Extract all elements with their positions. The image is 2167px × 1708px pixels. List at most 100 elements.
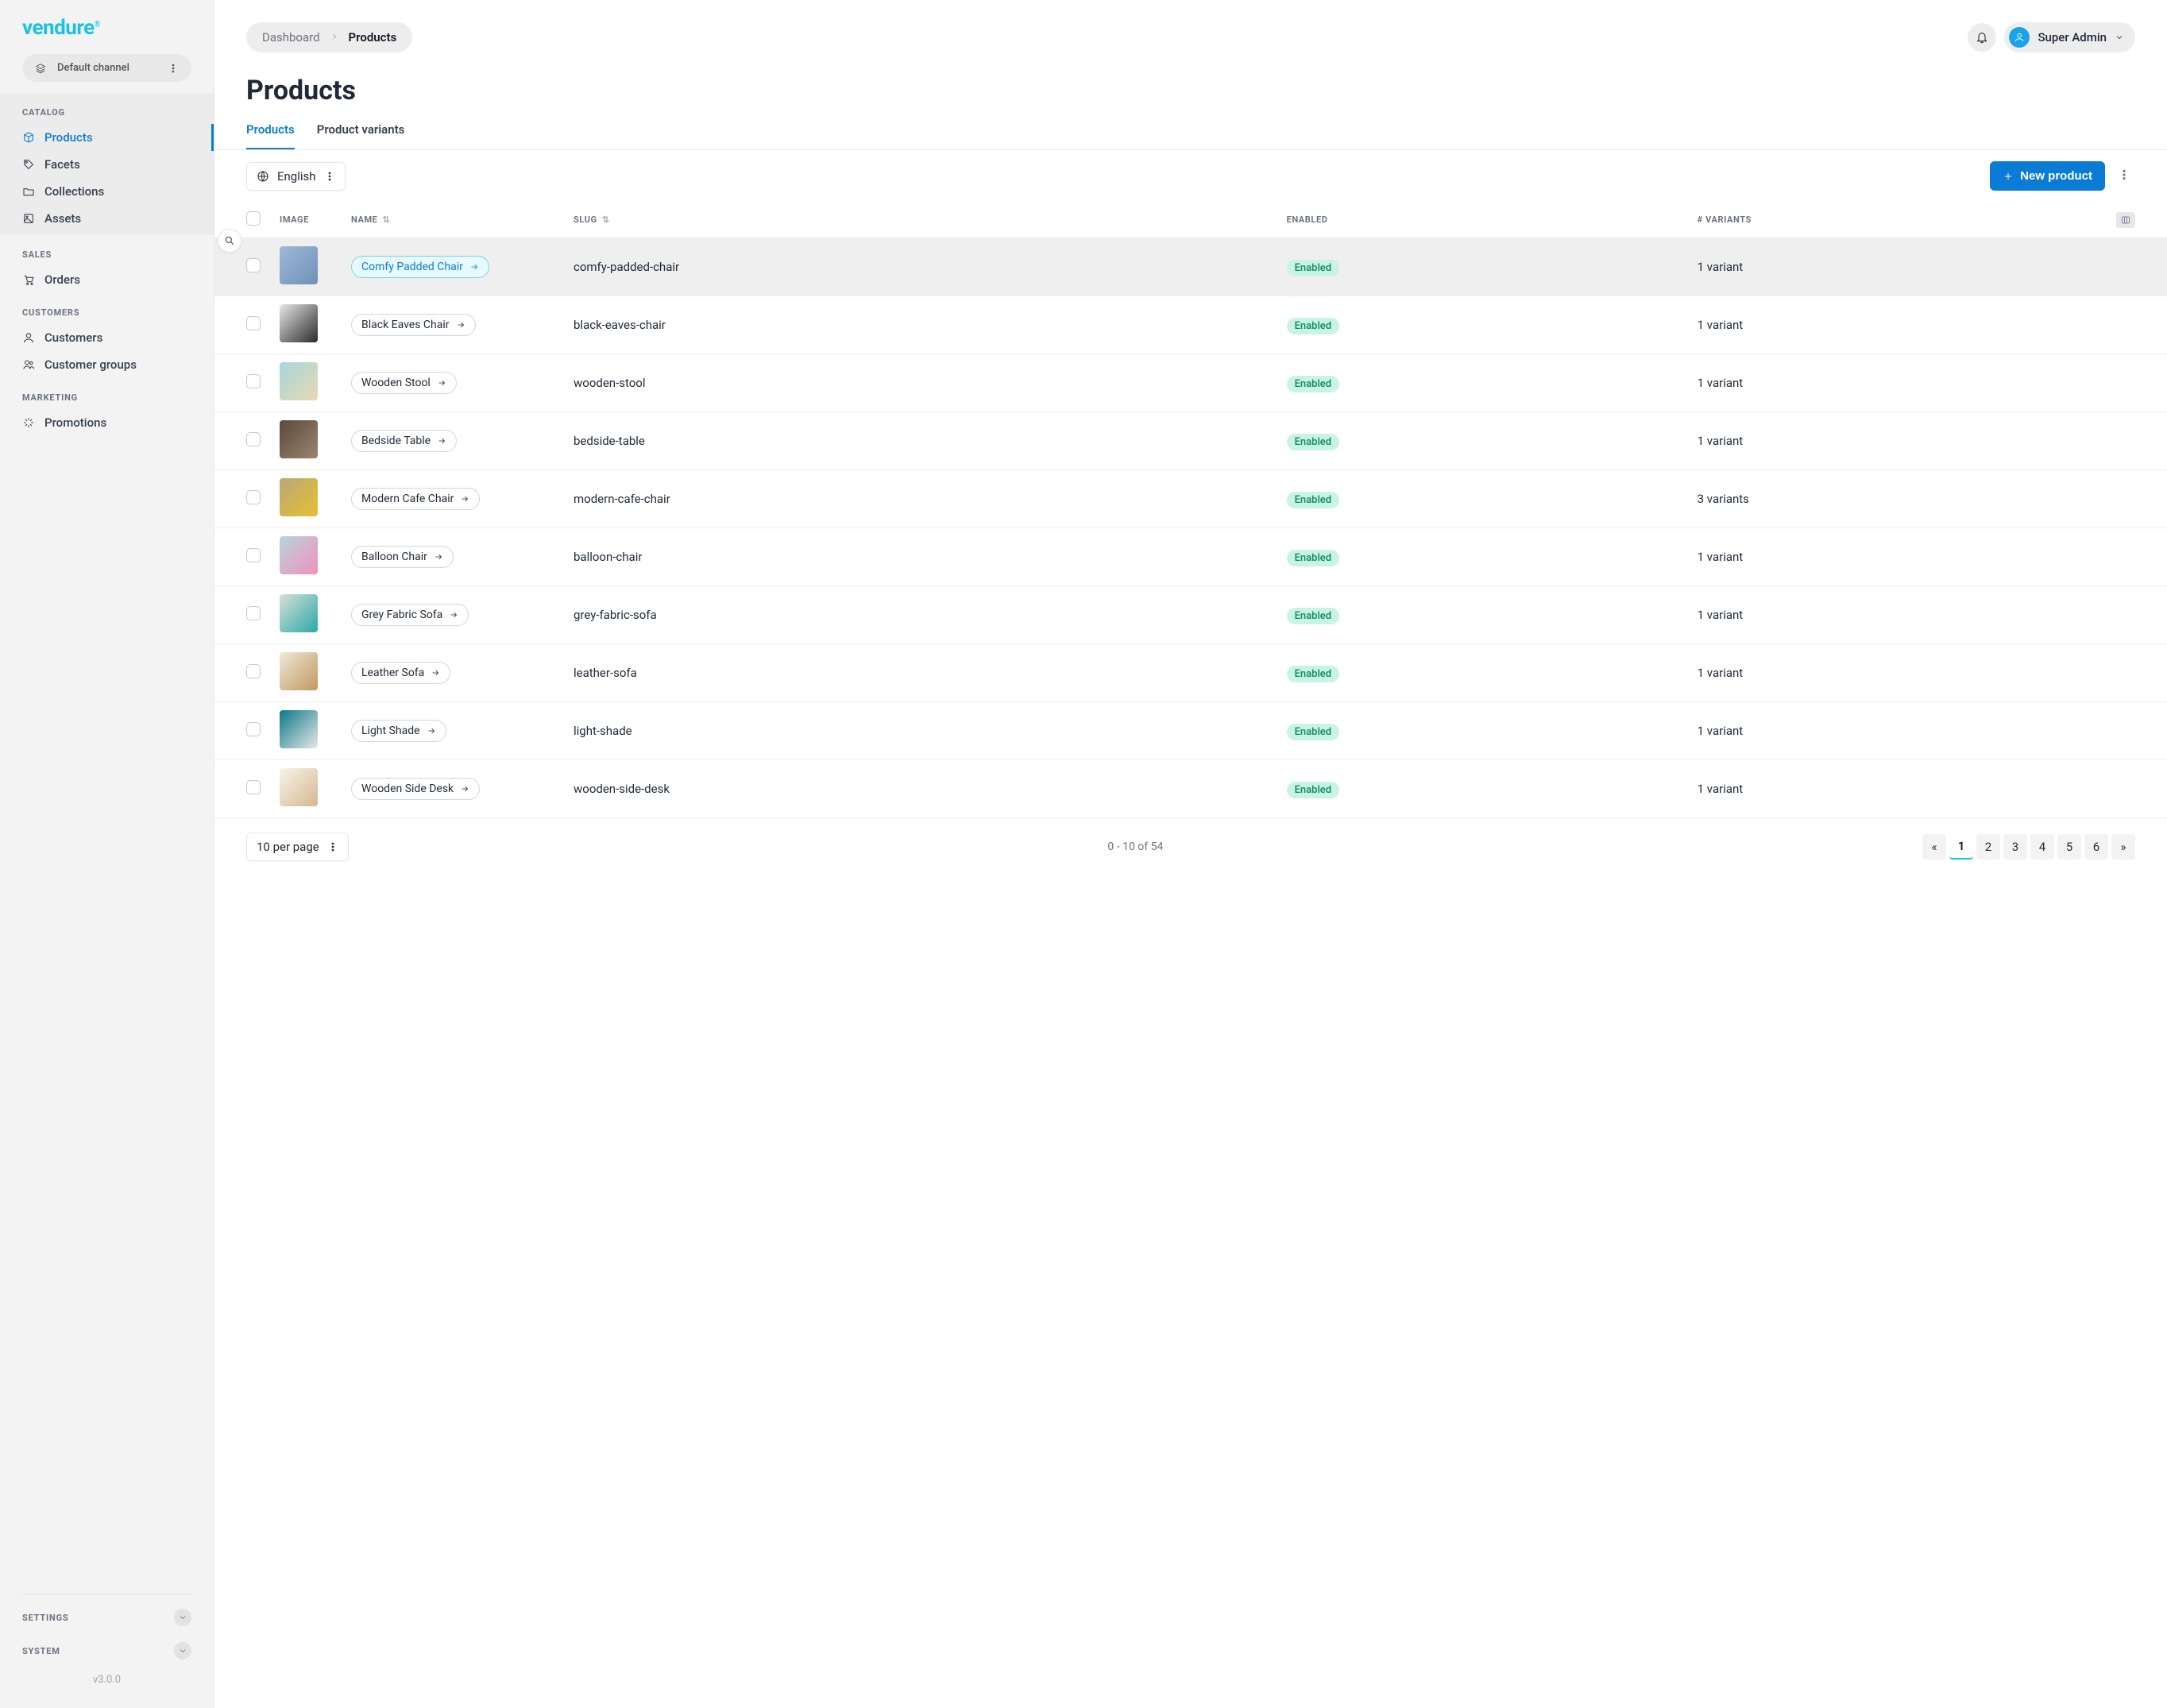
variant-count: 1 variant xyxy=(1698,550,1744,564)
sidebar-item-orders[interactable]: Orders xyxy=(0,266,214,293)
table-row[interactable]: Modern Cafe Chair modern-cafe-chair Enable… xyxy=(214,470,2167,528)
sidebar-item-customers[interactable]: Customers xyxy=(0,324,214,351)
page-prev[interactable]: « xyxy=(1922,834,1946,860)
breadcrumb-dashboard[interactable]: Dashboard xyxy=(262,30,320,44)
user-menu[interactable]: Super Admin xyxy=(2004,22,2135,52)
product-name-chip[interactable]: Balloon Chair xyxy=(351,546,454,568)
product-thumbnail xyxy=(280,478,318,516)
product-name-chip[interactable]: Wooden Side Desk xyxy=(351,778,480,800)
status-badge: Enabled xyxy=(1287,492,1340,508)
row-checkbox[interactable] xyxy=(246,374,261,388)
product-name: Black Eaves Chair xyxy=(361,319,450,331)
product-thumbnail xyxy=(280,420,318,458)
product-slug: wooden-stool xyxy=(574,376,645,390)
row-checkbox[interactable] xyxy=(246,548,261,562)
product-name-chip[interactable]: Modern Cafe Chair xyxy=(351,488,480,510)
table-row[interactable]: Grey Fabric Sofagrey-fabric-sofaEnabled1… xyxy=(214,586,2167,644)
page-3[interactable]: 3 xyxy=(2003,834,2027,860)
table-row[interactable]: Light Shadelight-shadeEnabled1 variant xyxy=(214,702,2167,760)
product-name: Bedside Table xyxy=(361,435,431,447)
product-thumbnail xyxy=(280,652,318,690)
sidebar-item-label: Facets xyxy=(44,157,80,172)
per-page-selector[interactable]: 10 per page xyxy=(246,833,349,861)
arrow-right-icon xyxy=(456,320,465,330)
status-badge: Enabled xyxy=(1287,434,1340,450)
table-row[interactable]: Balloon Chair balloon-chair Enabled 1 varia… xyxy=(214,528,2167,586)
status-badge: Enabled xyxy=(1287,608,1340,624)
row-checkbox[interactable] xyxy=(246,780,261,794)
select-all-checkbox[interactable] xyxy=(246,211,261,226)
column-header-name[interactable]: NAME⇅ xyxy=(342,202,564,238)
settings-label: SETTINGS xyxy=(22,1613,68,1623)
table-row[interactable]: Bedside Tablebedside-tableEnabled1 varia… xyxy=(214,412,2167,470)
row-checkbox[interactable] xyxy=(246,258,261,272)
sidebar-item-facets[interactable]: Facets xyxy=(0,151,214,178)
page-6[interactable]: 6 xyxy=(2084,834,2108,860)
notifications-button[interactable] xyxy=(1968,23,1996,52)
tab-products[interactable]: Products xyxy=(246,122,295,149)
product-name-chip[interactable]: Bedside Table xyxy=(351,430,457,452)
product-name: Comfy Padded Chair xyxy=(361,261,463,273)
sidebar-item-assets[interactable]: Assets xyxy=(0,205,214,232)
new-product-button[interactable]: New product xyxy=(1990,161,2105,191)
product-thumbnail xyxy=(280,246,318,284)
arrow-right-icon xyxy=(427,726,436,736)
product-slug: modern-cafe-chair xyxy=(574,492,670,506)
status-badge: Enabled xyxy=(1287,550,1340,566)
sidebar-item-customer-groups[interactable]: Customer groups xyxy=(0,351,214,378)
table-row[interactable]: Wooden Side Deskwooden-side-deskEnabled1… xyxy=(214,760,2167,818)
search-button[interactable] xyxy=(218,229,241,253)
columns-toggle-button[interactable] xyxy=(2116,212,2135,228)
row-checkbox[interactable] xyxy=(246,316,261,330)
toolbar-more-button[interactable] xyxy=(2113,164,2135,189)
row-checkbox[interactable] xyxy=(246,606,261,620)
column-header-slug[interactable]: SLUG⇅ xyxy=(564,202,1277,238)
product-name: Light Shade xyxy=(361,725,420,737)
search-icon xyxy=(224,235,235,246)
per-page-label: 10 per page xyxy=(257,840,319,854)
row-checkbox[interactable] xyxy=(246,722,261,736)
page-title: Products xyxy=(214,52,2167,106)
page-2[interactable]: 2 xyxy=(1976,834,2000,860)
product-name-chip[interactable]: Light Shade xyxy=(351,720,446,742)
page-5[interactable]: 5 xyxy=(2057,834,2081,860)
table-row[interactable]: Leather Sofaleather-sofaEnabled1 variant xyxy=(214,644,2167,702)
table-row[interactable]: Black Eaves Chairblack-eaves-chairEnable… xyxy=(214,296,2167,354)
page-4[interactable]: 4 xyxy=(2030,834,2054,860)
product-name-chip[interactable]: Black Eaves Chair xyxy=(351,314,476,336)
tab-product-variants[interactable]: Product variants xyxy=(317,122,405,149)
page-1[interactable]: 1 xyxy=(1949,834,1973,860)
sidebar-item-products[interactable]: Products xyxy=(0,124,214,151)
table-row[interactable]: Wooden Stoolwooden-stoolEnabled1 variant xyxy=(214,354,2167,412)
column-header-enabled[interactable]: ENABLED xyxy=(1277,202,1688,238)
row-checkbox[interactable] xyxy=(246,664,261,678)
chevron-down-icon xyxy=(2115,33,2124,42)
product-thumbnail xyxy=(280,536,318,574)
sidebar-item-collections[interactable]: Collections xyxy=(0,178,214,205)
product-thumbnail xyxy=(280,362,318,400)
product-name-chip[interactable]: Leather Sofa xyxy=(351,662,450,684)
status-badge: Enabled xyxy=(1287,782,1340,798)
page-next[interactable]: » xyxy=(2111,834,2135,860)
columns-icon xyxy=(2120,215,2131,225)
status-badge: Enabled xyxy=(1287,260,1340,276)
sidebar-item-promotions[interactable]: Promotions xyxy=(0,409,214,436)
row-checkbox[interactable] xyxy=(246,432,261,446)
channel-label: Default channel xyxy=(57,62,129,74)
language-selector[interactable]: English xyxy=(246,162,346,191)
sidebar-system-toggle[interactable]: SYSTEM xyxy=(0,1634,214,1667)
row-checkbox[interactable] xyxy=(246,490,261,504)
breadcrumb-products[interactable]: Products xyxy=(349,30,397,44)
channel-selector[interactable]: Default channel xyxy=(22,54,191,82)
sidebar-settings-toggle[interactable]: SETTINGS xyxy=(0,1601,214,1634)
product-name-chip[interactable]: Grey Fabric Sofa xyxy=(351,604,469,626)
chevron-down-icon xyxy=(174,1642,191,1660)
column-header-variants[interactable]: # VARIANTS xyxy=(1688,202,2107,238)
product-name-chip[interactable]: Wooden Stool xyxy=(351,372,457,394)
product-thumbnail xyxy=(280,768,318,806)
user-icon xyxy=(22,331,35,344)
arrow-right-icon xyxy=(460,494,469,504)
product-slug: balloon-chair xyxy=(574,550,642,564)
product-name-chip[interactable]: Comfy Padded Chair xyxy=(351,256,489,278)
table-row[interactable]: Comfy Padded Chaircomfy-padded-chairEnab… xyxy=(214,238,2167,296)
